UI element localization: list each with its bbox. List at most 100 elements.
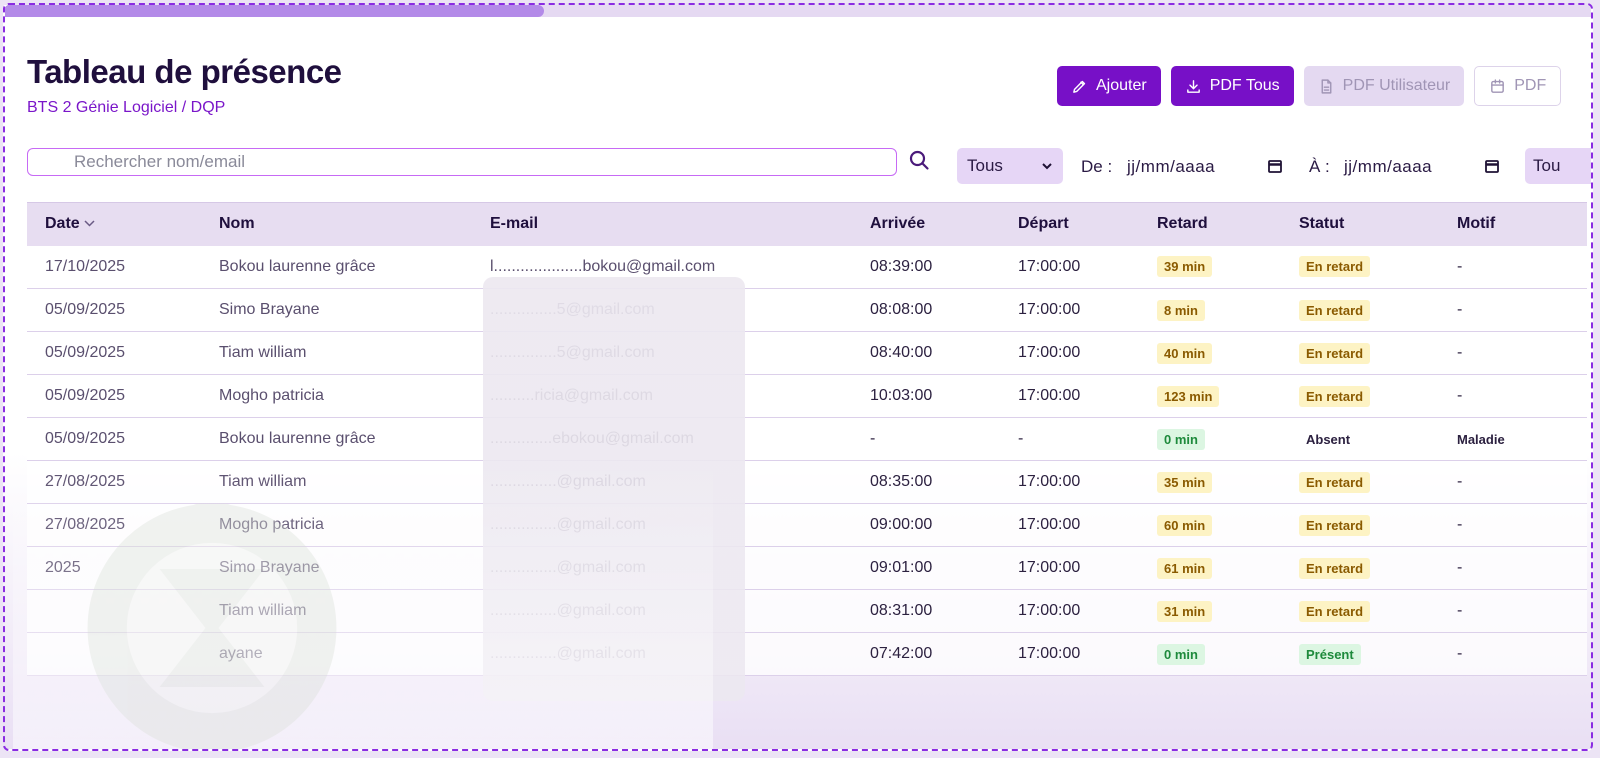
column-header-retard: Retard <box>1139 202 1281 246</box>
delay-badge: 123 min <box>1157 385 1220 407</box>
cell-depart: - <box>1000 417 1139 461</box>
table-row[interactable]: 27/08/2025 Mogho patricia ...............@… <box>27 503 1587 547</box>
cell-date: 17/10/2025 <box>27 245 201 289</box>
cell-depart: 17:00:00 <box>1000 546 1139 590</box>
column-header-motif: Motif <box>1439 202 1587 246</box>
cell-retard: 31 min <box>1139 589 1281 633</box>
column-header-arrivee: Arrivée <box>852 202 1000 246</box>
table-header-row: Date Nom E-mail Arrivée Départ Retard St… <box>27 202 1587 246</box>
status-badge: Absent <box>1306 431 1351 447</box>
calendar-icon[interactable] <box>1484 158 1500 174</box>
cell-email: ...............@gmail.com <box>472 589 852 633</box>
to-date-label: À : <box>1309 157 1330 176</box>
search-icon[interactable] <box>907 148 931 172</box>
pdf-all-button[interactable]: PDF Tous <box>1170 66 1294 106</box>
cell-arrivee: 08:40:00 <box>852 331 1000 375</box>
cell-email: ..............ebokou@gmail.com <box>472 417 852 461</box>
delay-badge: 40 min <box>1157 342 1213 364</box>
cell-retard: 60 min <box>1139 503 1281 547</box>
cell-nom: Tiam william <box>201 589 472 633</box>
cell-nom: Tiam william <box>201 331 472 375</box>
file-icon <box>1321 78 1332 94</box>
cell-arrivee: 08:08:00 <box>852 288 1000 332</box>
cell-motif: - <box>1439 503 1587 547</box>
pdf-date-button[interactable]: PDF <box>1474 66 1562 106</box>
cell-motif: - <box>1439 245 1587 289</box>
cell-date: 05/09/2025 <box>27 288 201 332</box>
status-select[interactable]: Tous <box>957 148 1063 184</box>
table-row[interactable]: 2025 Simo Brayane ...............@gmail.co… <box>27 546 1587 590</box>
delay-badge: 60 min <box>1157 514 1213 536</box>
column-header-depart: Départ <box>1000 202 1139 246</box>
cell-email: ...............@gmail.com <box>472 546 852 590</box>
extra-filter-value: Tou <box>1533 156 1561 175</box>
cell-depart: 17:00:00 <box>1000 589 1139 633</box>
calendar-icon[interactable] <box>1267 158 1283 174</box>
cell-motif: - <box>1439 288 1587 332</box>
cell-motif: - <box>1439 331 1587 375</box>
search-input[interactable] <box>27 148 897 176</box>
cell-statut: Absent <box>1281 417 1439 461</box>
status-select-value: Tous <box>967 156 1003 175</box>
cell-nom: Mogho patricia <box>201 503 472 547</box>
to-date-input[interactable]: jj/mm/aaaa <box>1344 157 1432 177</box>
cell-depart: 17:00:00 <box>1000 331 1139 375</box>
cell-arrivee: 08:39:00 <box>852 245 1000 289</box>
cell-arrivee: 08:31:00 <box>852 589 1000 633</box>
table-row[interactable]: 05/09/2025 Mogho patricia ..........ricia@… <box>27 374 1587 418</box>
app-frame: Tableau de présence BTS 2 Génie Logiciel… <box>3 3 1593 751</box>
table-row[interactable]: ayane ...............@gmail.com 07:42:00 17… <box>27 632 1587 676</box>
action-toolbar: Ajouter PDF Tous PDF Utilisateur PDF <box>1057 66 1562 106</box>
status-badge: En retard <box>1299 471 1371 493</box>
cell-arrivee: 10:03:00 <box>852 374 1000 418</box>
cell-motif: Maladie <box>1439 417 1587 461</box>
table-row[interactable]: Tiam william ...............@gmail.com 08:… <box>27 589 1587 633</box>
cell-retard: 0 min <box>1139 417 1281 461</box>
attendance-card: Tableau de présence BTS 2 Génie Logiciel… <box>13 17 1591 749</box>
cell-date <box>27 632 201 676</box>
cell-email: ...............@gmail.com <box>472 632 852 676</box>
delay-badge: 0 min <box>1157 643 1205 665</box>
extra-filter-select[interactable]: Tou <box>1525 148 1591 184</box>
from-date-input[interactable]: jj/mm/aaaa <box>1127 157 1215 177</box>
status-badge: En retard <box>1299 600 1371 622</box>
cell-retard: 35 min <box>1139 460 1281 504</box>
cell-nom: Tiam william <box>201 460 472 504</box>
table-row[interactable]: 27/08/2025 Tiam william ...............@gm… <box>27 460 1587 504</box>
cell-depart: 17:00:00 <box>1000 374 1139 418</box>
cell-nom: Mogho patricia <box>201 374 472 418</box>
page-title: Tableau de présence <box>27 53 342 90</box>
cell-email: ...............5@gmail.com <box>472 331 852 375</box>
cell-motif: - <box>1439 374 1587 418</box>
add-button[interactable]: Ajouter <box>1057 66 1161 106</box>
status-badge: En retard <box>1299 342 1371 364</box>
table-row[interactable]: 17/10/2025 Bokou laurenne grâce l.........… <box>27 245 1587 289</box>
pdf-date-button-label: PDF <box>1514 77 1547 94</box>
attendance-table-wrap: Date Nom E-mail Arrivée Départ Retard St… <box>27 202 1587 676</box>
delay-badge: 8 min <box>1157 299 1205 321</box>
cell-nom: ayane <box>201 632 472 676</box>
cell-motif: - <box>1439 546 1587 590</box>
pdf-user-button[interactable]: PDF Utilisateur <box>1303 66 1465 106</box>
cell-retard: 123 min <box>1139 374 1281 418</box>
cell-nom: Bokou laurenne grâce <box>201 245 472 289</box>
column-header-email: E-mail <box>472 202 852 246</box>
cell-statut: En retard <box>1281 374 1439 418</box>
cell-date <box>27 589 201 633</box>
cell-motif: - <box>1439 460 1587 504</box>
table-row[interactable]: 05/09/2025 Bokou laurenne grâce..........… <box>27 417 1587 461</box>
column-header-date[interactable]: Date <box>27 202 201 246</box>
cell-motif: - <box>1439 632 1587 676</box>
pdf-all-button-label: PDF Tous <box>1209 77 1280 94</box>
delay-badge: 39 min <box>1157 256 1213 278</box>
cell-statut: En retard <box>1281 589 1439 633</box>
cell-email: ...............5@gmail.com <box>472 288 852 332</box>
cell-statut: En retard <box>1281 503 1439 547</box>
status-badge: En retard <box>1299 256 1371 278</box>
column-header-nom: Nom <box>201 202 472 246</box>
table-row[interactable]: 05/09/2025 Tiam william ...............5@g… <box>27 331 1587 375</box>
cell-retard: 61 min <box>1139 546 1281 590</box>
cell-depart: 17:00:00 <box>1000 460 1139 504</box>
cell-arrivee: 09:00:00 <box>852 503 1000 547</box>
table-row[interactable]: 05/09/2025 Simo Brayane ...............5@g… <box>27 288 1587 332</box>
